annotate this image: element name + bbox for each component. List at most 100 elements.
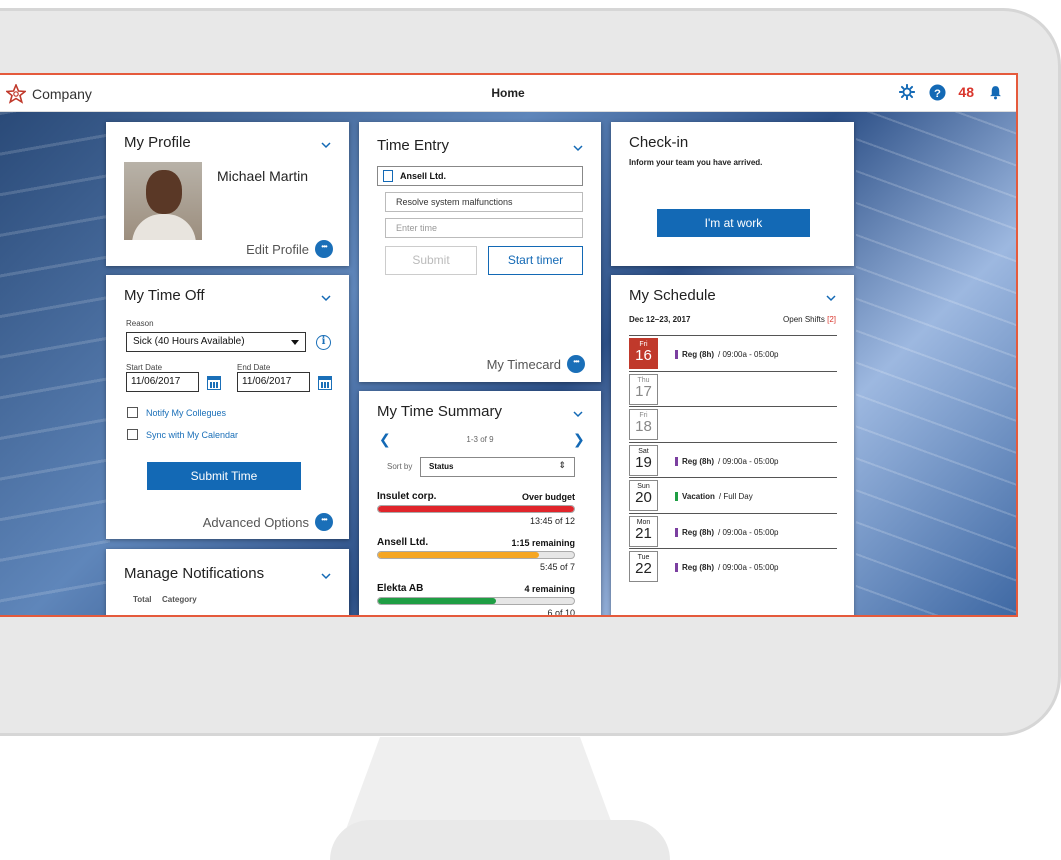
sync-calendar-label[interactable]: Sync with My Calendar [146,430,238,440]
start-timer-button[interactable]: Start timer [488,246,583,275]
background-structure-right [856,112,1016,615]
progress-bar [377,597,575,605]
sort-select[interactable]: Status ⇕ [420,457,575,477]
open-shifts[interactable]: Open Shifts [2] [783,315,836,324]
chevron-down-icon[interactable] [321,567,331,580]
start-date-label: Start Date [126,363,163,372]
shift-type: Reg (8h) [682,350,714,359]
edit-profile-link[interactable]: Edit Profile [246,240,333,258]
reason-select[interactable]: Sick (40 Hours Available) [126,332,306,352]
time-entry-card-title: Time Entry [377,137,449,154]
next-page-icon[interactable]: ❯ [573,431,585,448]
date-box: Mon 21 [629,515,658,547]
shift-type: Reg (8h) [682,527,714,537]
shift-time: / 09:00a - 05:00p [718,563,779,572]
schedule-day-row[interactable]: Fri 18 [629,406,837,442]
date-box: Sat 19 [629,444,658,476]
calendar-icon[interactable] [318,376,332,390]
col-total: Total [133,595,152,604]
info-icon[interactable]: i [316,335,331,350]
more-options-icon[interactable] [315,240,333,258]
open-shifts-label: Open Shifts [783,315,825,324]
dropdown-arrow-icon [291,340,299,345]
task-field[interactable]: Resolve system malfunctions [385,192,583,212]
summary-count: 5:45 of 7 [539,562,575,572]
help-icon[interactable]: ? [928,83,946,101]
chevron-down-icon[interactable] [573,405,583,418]
schedule-day-row[interactable]: Sun 20 Vacation / Full Day [629,477,837,513]
date-box: Thu 17 [629,373,658,405]
date-box: Tue 22 [629,551,658,582]
end-date-field[interactable]: 11/06/2017 [237,372,310,392]
more-options-icon[interactable] [567,355,585,373]
my-timecard-label: My Timecard [486,356,561,372]
summary-client: Elekta AB [377,583,424,594]
shift-entry[interactable]: Vacation / Full Day [675,492,753,501]
chevron-down-icon[interactable] [826,289,836,302]
edit-profile-label: Edit Profile [246,241,309,257]
day-number: 20 [635,489,652,506]
profile-card: My Profile Michael Martin Edit Profile [106,122,349,266]
time-off-card-title: My Time Off [124,287,205,304]
shift-entry[interactable]: Reg (8h) / 09:00a - 05:00p [675,563,779,572]
shift-entry[interactable]: Reg (8h) / 09:00a - 05:00p [675,350,779,359]
notifications-card: Manage Notifications Total Category [106,549,349,615]
day-number: 18 [635,418,652,435]
calendar-icon[interactable] [207,376,221,390]
svg-text:?: ? [934,87,941,99]
schedule-day-row[interactable]: Thu 17 [629,370,837,407]
background-structure-left [0,112,110,615]
shift-entry[interactable]: Reg (8h) / 09:00a - 05:00p [675,456,779,466]
open-shifts-count: [2] [827,315,836,324]
client-field[interactable]: Ansell Ltd. [377,166,583,186]
chevron-down-icon[interactable] [321,136,331,149]
submit-entry-button[interactable]: Submit [385,246,477,275]
notification-count[interactable]: 48 [958,84,974,100]
day-number: 21 [635,524,652,542]
at-work-button[interactable]: I'm at work [657,209,810,237]
day-number: 17 [635,382,652,400]
summary-client: Ansell Ltd. [377,537,429,548]
bell-icon[interactable] [986,83,1004,101]
settings-gear-icon[interactable] [898,83,916,101]
advanced-options-label: Advanced Options [202,514,309,530]
sync-calendar-checkbox[interactable] [127,429,138,440]
schedule-day-row[interactable]: Tue 22 Reg (8h) / 09:00a - 05:00p [629,548,837,584]
client-value: Ansell Ltd. [400,171,447,181]
page-title: Home [491,86,525,100]
day-number: 16 [635,347,652,364]
my-timecard-link[interactable]: My Timecard [487,355,585,373]
shift-entry[interactable]: Reg (8h) / 09:00a - 05:00p [675,527,779,537]
monitor-stand [345,737,615,832]
shift-color-mark [675,527,678,537]
advanced-options-link[interactable]: Advanced Options [203,513,333,531]
chevron-down-icon[interactable] [573,139,583,152]
profile-name: Michael Martin [217,168,309,184]
schedule-day-row[interactable]: Fri 16 Reg (8h) / 09:00a - 05:00p [629,335,837,371]
summary-client: Insulet corp. [377,491,437,502]
end-date-label: End Date [237,363,271,372]
submit-time-button[interactable]: Submit Time [147,462,301,490]
schedule-range: Dec 12–23, 2017 [629,315,691,324]
progress-fill [378,598,496,604]
shift-color-mark [675,350,678,359]
time-entry-card: Time Entry Ansell Ltd. Resolve system ma… [359,122,601,382]
date-box: Sun 20 [629,480,658,511]
time-input[interactable]: Enter time [385,218,583,238]
shift-type: Reg (8h) [682,563,714,572]
notify-checkbox[interactable] [127,407,138,418]
schedule-day-row[interactable]: Sat 19 Reg (8h) / 09:00a - 05:00p [629,441,837,478]
schedule-day-row[interactable]: Mon 21 Reg (8h) / 09:00a - 05:00p [629,512,837,549]
reason-value: Sick (40 Hours Available) [133,336,245,347]
date-box: Fri 18 [629,409,658,440]
avatar [124,162,202,240]
reason-label: Reason [126,319,154,328]
shift-color-mark [675,563,678,572]
app-screen: Company Home ? 48 My Profile Michael Mar… [0,73,1018,617]
chevron-down-icon[interactable] [321,289,331,302]
more-options-icon[interactable] [315,513,333,531]
start-date-field[interactable]: 11/06/2017 [126,372,199,392]
sort-label: Sort by [387,462,413,471]
notify-label[interactable]: Notify My Collegues [146,408,226,418]
top-bar: Company Home ? 48 [0,75,1016,112]
